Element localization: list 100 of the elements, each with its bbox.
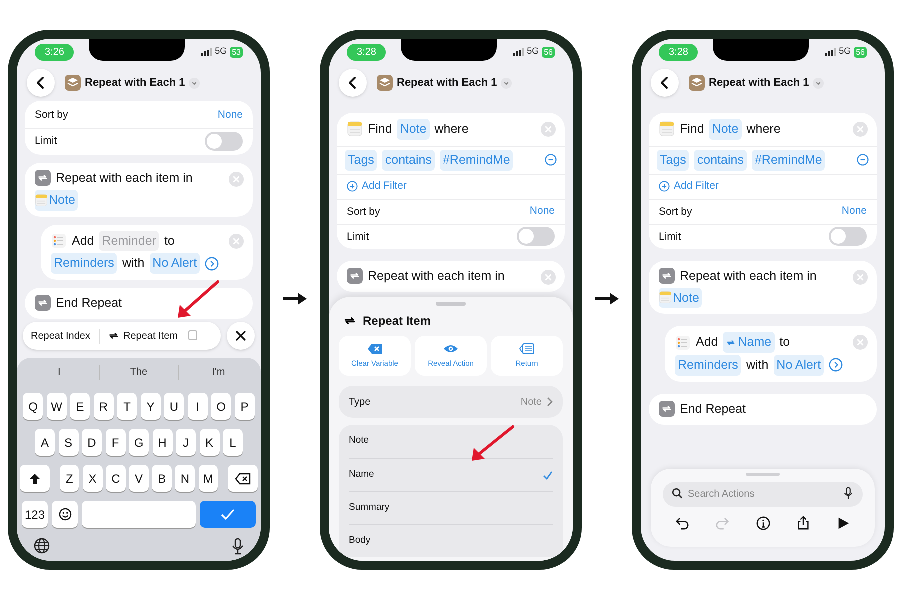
- back-icon[interactable]: [36, 76, 46, 90]
- notes-icon: [659, 291, 672, 304]
- row-value: Note: [520, 396, 542, 410]
- shift-key[interactable]: [20, 465, 50, 492]
- row-value[interactable]: None: [842, 204, 867, 220]
- chevron-circle-icon[interactable]: [829, 358, 844, 372]
- shift-icon[interactable]: [29, 472, 42, 484]
- key[interactable]: V: [129, 465, 149, 492]
- play-icon[interactable]: [836, 516, 851, 531]
- key[interactable]: R: [94, 393, 114, 420]
- key[interactable]: E: [70, 393, 90, 420]
- key[interactable]: A: [35, 429, 55, 456]
- prediction[interactable]: I'm: [178, 364, 258, 380]
- minus-circle-icon[interactable]: [857, 154, 869, 166]
- info-icon[interactable]: [756, 516, 770, 531]
- minus-circle-icon[interactable]: [545, 154, 557, 166]
- chevron-circle-icon[interactable]: [205, 256, 220, 271]
- globe-icon[interactable]: [34, 538, 50, 554]
- suggestion-item[interactable]: Repeat Item: [98, 328, 186, 344]
- key[interactable]: W: [46, 393, 67, 420]
- key[interactable]: I: [188, 393, 208, 420]
- prediction[interactable]: I: [20, 364, 99, 380]
- shortcut-title[interactable]: Repeat with Each 1: [85, 74, 186, 92]
- repeat-icon: [726, 338, 736, 348]
- notes-icon: [35, 194, 48, 207]
- type-row[interactable]: Type Note: [339, 386, 563, 418]
- key[interactable]: F: [106, 429, 126, 456]
- close-button[interactable]: [227, 322, 255, 350]
- back-button[interactable]: [27, 69, 55, 97]
- key[interactable]: N: [175, 465, 196, 492]
- key[interactable]: B: [152, 465, 172, 492]
- key[interactable]: L: [223, 429, 243, 456]
- close-icon[interactable]: [235, 330, 247, 342]
- toggle-switch[interactable]: [829, 227, 867, 246]
- key[interactable]: Q: [23, 393, 44, 420]
- action-text: Add: [696, 334, 718, 352]
- chevron-right-icon: [547, 397, 553, 407]
- toggle-switch[interactable]: [517, 227, 555, 246]
- action-text: End Repeat: [56, 295, 122, 312]
- suggestion-item[interactable]: Repeat Index: [23, 328, 98, 344]
- plus-circle-icon[interactable]: [347, 181, 358, 192]
- action-text: to: [780, 334, 790, 352]
- key[interactable]: H: [152, 429, 172, 456]
- key[interactable]: X: [82, 465, 103, 492]
- microphone-icon[interactable]: [232, 538, 244, 555]
- emoji-key[interactable]: [52, 501, 78, 528]
- shortcut-title[interactable]: Repeat with Each 1: [397, 74, 498, 92]
- option-row[interactable]: Summary: [349, 491, 553, 524]
- shortcut-title[interactable]: Repeat with Each 1: [709, 74, 810, 92]
- numbers-key[interactable]: 123: [22, 501, 48, 528]
- key[interactable]: O: [211, 393, 232, 420]
- back-icon[interactable]: [348, 76, 358, 90]
- prediction[interactable]: The: [98, 364, 178, 380]
- note-icon[interactable]: [188, 330, 198, 342]
- back-button[interactable]: [339, 69, 367, 97]
- signal-icon: [201, 48, 212, 56]
- key[interactable]: M: [198, 465, 218, 492]
- delete-icon[interactable]: [234, 472, 251, 484]
- key[interactable]: Y: [140, 393, 161, 420]
- option-row[interactable]: Note: [349, 425, 553, 458]
- key[interactable]: K: [200, 429, 220, 456]
- microphone-icon[interactable]: [844, 487, 853, 500]
- back-button[interactable]: [651, 69, 679, 97]
- key[interactable]: J: [176, 429, 196, 456]
- search-field[interactable]: Search Actions: [663, 482, 863, 507]
- option-label: Body: [349, 534, 371, 548]
- repeat-icon: [35, 295, 51, 312]
- delete-key[interactable]: [228, 465, 258, 492]
- action-text: where: [434, 121, 469, 138]
- key[interactable]: S: [58, 429, 78, 456]
- annotation-arrow: [472, 426, 514, 461]
- key[interactable]: U: [164, 393, 184, 420]
- add-filter-link[interactable]: Add Filter: [674, 178, 719, 195]
- toggle-switch[interactable]: [205, 132, 243, 150]
- checkmark-icon[interactable]: [221, 508, 235, 520]
- row-value[interactable]: None: [530, 204, 555, 220]
- notes-icon: [659, 121, 675, 138]
- key[interactable]: D: [82, 429, 102, 456]
- add-filter-link[interactable]: Add Filter: [362, 178, 407, 195]
- share-icon[interactable]: [796, 516, 811, 531]
- chevron-down-icon[interactable]: [189, 78, 200, 88]
- plus-circle-icon[interactable]: [659, 181, 670, 192]
- repeat-icon: [659, 268, 675, 284]
- key[interactable]: P: [234, 393, 255, 420]
- row-label: Sort by: [659, 206, 692, 217]
- key[interactable]: C: [106, 465, 126, 492]
- key[interactable]: G: [129, 429, 149, 456]
- option-row[interactable]: Body: [349, 524, 553, 557]
- undo-icon[interactable]: [675, 516, 690, 531]
- chevron-down-icon[interactable]: [813, 78, 824, 88]
- action-text: where: [746, 121, 781, 138]
- done-key[interactable]: [200, 501, 256, 528]
- emoji-icon[interactable]: [58, 508, 72, 521]
- key[interactable]: Z: [60, 465, 80, 492]
- action-text: Add: [72, 232, 94, 250]
- chevron-down-icon[interactable]: [501, 78, 512, 88]
- key[interactable]: T: [117, 393, 138, 420]
- back-icon[interactable]: [660, 76, 670, 90]
- notes-icon: [347, 121, 363, 138]
- row-value[interactable]: None: [218, 108, 243, 124]
